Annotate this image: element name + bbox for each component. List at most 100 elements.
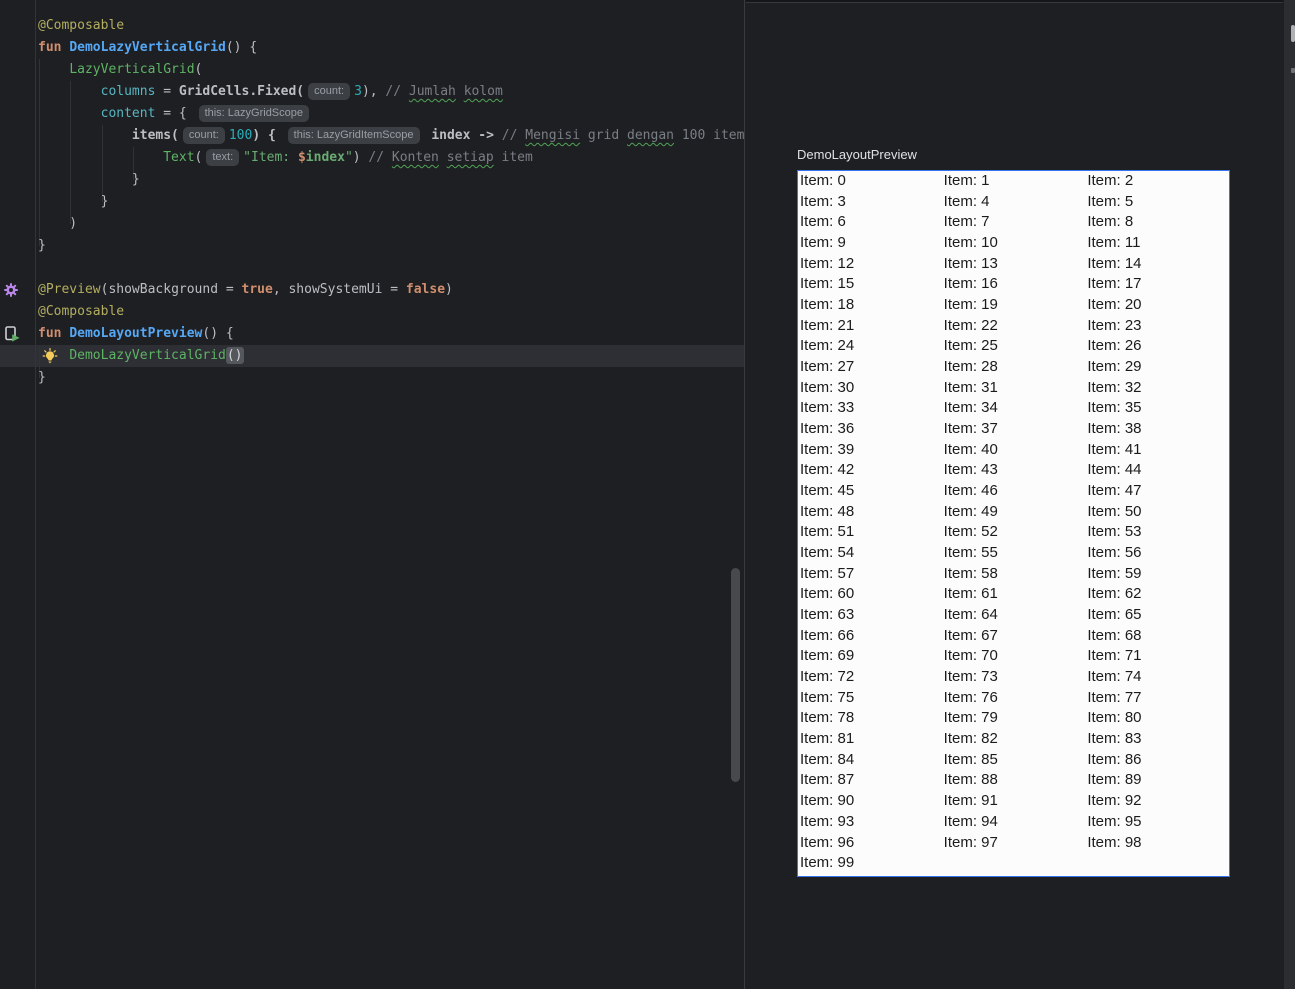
code-token: columns — [101, 84, 156, 99]
code-token: Text — [163, 150, 194, 165]
grid-item: Item: 56 — [1085, 543, 1229, 564]
grid-item: Item: 57 — [798, 564, 942, 585]
grid-item: Item: 27 — [798, 357, 942, 378]
code-token: ), — [362, 84, 385, 99]
code-token: // — [385, 84, 408, 99]
grid-item: Item: 91 — [942, 791, 1086, 812]
grid-item: Item: 59 — [1085, 564, 1229, 585]
grid-item: Item: 86 — [1085, 750, 1229, 771]
code-line: fun DemoLazyVerticalGrid() { — [38, 37, 744, 59]
grid-item: Item: 62 — [1085, 584, 1229, 605]
inlay-hint-chip: this: LazyGridItemScope — [288, 127, 420, 144]
code-token: Mengisi — [525, 128, 580, 143]
grid-item: Item: 11 — [1085, 233, 1229, 254]
code-editor[interactable]: @Composablefun DemoLazyVerticalGrid() { … — [0, 0, 745, 989]
grid-item: Item: 41 — [1085, 440, 1229, 461]
code-token: $ — [298, 150, 306, 165]
code-token: fun — [38, 326, 69, 341]
grid-item: Item: 51 — [798, 522, 942, 543]
grid-item: Item: 80 — [1085, 708, 1229, 729]
preview-panel-top-border — [746, 2, 1295, 3]
grid-item: Item: 84 — [798, 750, 942, 771]
preview-scroll-marker — [1291, 68, 1295, 73]
grid-item: Item: 72 — [798, 667, 942, 688]
grid-item: Item: 77 — [1085, 688, 1229, 709]
inlay-hint-chip: this: LazyGridScope — [199, 105, 309, 122]
code-token: false — [406, 282, 445, 297]
run-preview-icon[interactable] — [4, 326, 21, 348]
grid-item: Item: 58 — [942, 564, 1086, 585]
preview-render-surface[interactable]: Item: 0Item: 1Item: 2Item: 3Item: 4Item:… — [797, 170, 1230, 877]
grid-item: Item: 9 — [798, 233, 942, 254]
grid-item: Item: 23 — [1085, 316, 1229, 337]
code-token — [38, 150, 163, 165]
code-token: kolom — [464, 84, 503, 99]
grid-item: Item: 45 — [798, 481, 942, 502]
grid-item: Item: 21 — [798, 316, 942, 337]
code-text[interactable]: @Composablefun DemoLazyVerticalGrid() { … — [38, 15, 744, 389]
grid-item: Item: 33 — [798, 398, 942, 419]
code-token: content — [101, 106, 156, 121]
code-token: () { — [226, 40, 257, 55]
grid-item: Item: 66 — [798, 626, 942, 647]
preview-settings-gear-icon[interactable] — [4, 283, 18, 302]
code-token: ) { — [252, 128, 283, 143]
grid-item: Item: 22 — [942, 316, 1086, 337]
grid-item: Item: 46 — [942, 481, 1086, 502]
code-token: } — [38, 238, 46, 253]
code-token: fun — [38, 40, 69, 55]
preview-scrollbar-thumb[interactable] — [1291, 25, 1295, 42]
grid-item: Item: 52 — [942, 522, 1086, 543]
code-token: ( — [195, 150, 203, 165]
grid-item: Item: 93 — [798, 812, 942, 833]
code-token — [38, 106, 101, 121]
code-token: } — [38, 194, 108, 209]
grid-item: Item: 88 — [942, 770, 1086, 791]
code-token: 100 — [229, 128, 252, 143]
code-line: @Preview(showBackground = true, showSyst… — [38, 279, 744, 301]
grid-item: Item: 35 — [1085, 398, 1229, 419]
grid-item: Item: 40 — [942, 440, 1086, 461]
editor-vertical-scrollbar-thumb[interactable] — [731, 568, 740, 782]
grid-item: Item: 18 — [798, 295, 942, 316]
grid-item: Item: 36 — [798, 419, 942, 440]
grid-item: Item: 42 — [798, 460, 942, 481]
grid-item: Item: 68 — [1085, 626, 1229, 647]
code-token: // — [368, 150, 391, 165]
code-token: true — [242, 282, 273, 297]
code-line: ) — [38, 213, 744, 235]
code-line: columns = GridCells.Fixed(count:3), // J… — [38, 81, 744, 103]
code-token: item — [494, 150, 533, 165]
grid-item: Item: 81 — [798, 729, 942, 750]
grid-item: Item: 69 — [798, 646, 942, 667]
code-token: (showBackground = — [101, 282, 242, 297]
code-token: Jumlah — [409, 84, 456, 99]
code-token: ) — [353, 150, 369, 165]
grid-item: Item: 54 — [798, 543, 942, 564]
grid-item: Item: 5 — [1085, 192, 1229, 213]
code-token: index -> — [424, 128, 502, 143]
grid-item: Item: 74 — [1085, 667, 1229, 688]
code-token: () — [226, 347, 244, 364]
grid-item: Item: 44 — [1085, 460, 1229, 481]
grid-item: Item: 28 — [942, 357, 1086, 378]
code-token: ) — [445, 282, 453, 297]
grid-item: Item: 60 — [798, 584, 942, 605]
grid-item: Item: 19 — [942, 295, 1086, 316]
grid-item: Item: 96 — [798, 833, 942, 854]
grid-item: Item: 92 — [1085, 791, 1229, 812]
code-token: Konten — [392, 150, 439, 165]
grid-item: Item: 30 — [798, 378, 942, 399]
grid-item: Item: 87 — [798, 770, 942, 791]
code-token: = { — [155, 106, 194, 121]
code-token: // — [502, 128, 525, 143]
grid-item: Item: 89 — [1085, 770, 1229, 791]
grid-item: Item: 4 — [942, 192, 1086, 213]
grid-item: Item: 65 — [1085, 605, 1229, 626]
grid-item: Item: 43 — [942, 460, 1086, 481]
code-line: items(count:100) { this: LazyGridItemSco… — [38, 125, 744, 147]
code-token: items( — [132, 128, 179, 143]
grid-item: Item: 32 — [1085, 378, 1229, 399]
code-line: LazyVerticalGrid( — [38, 59, 744, 81]
code-token — [38, 348, 69, 363]
